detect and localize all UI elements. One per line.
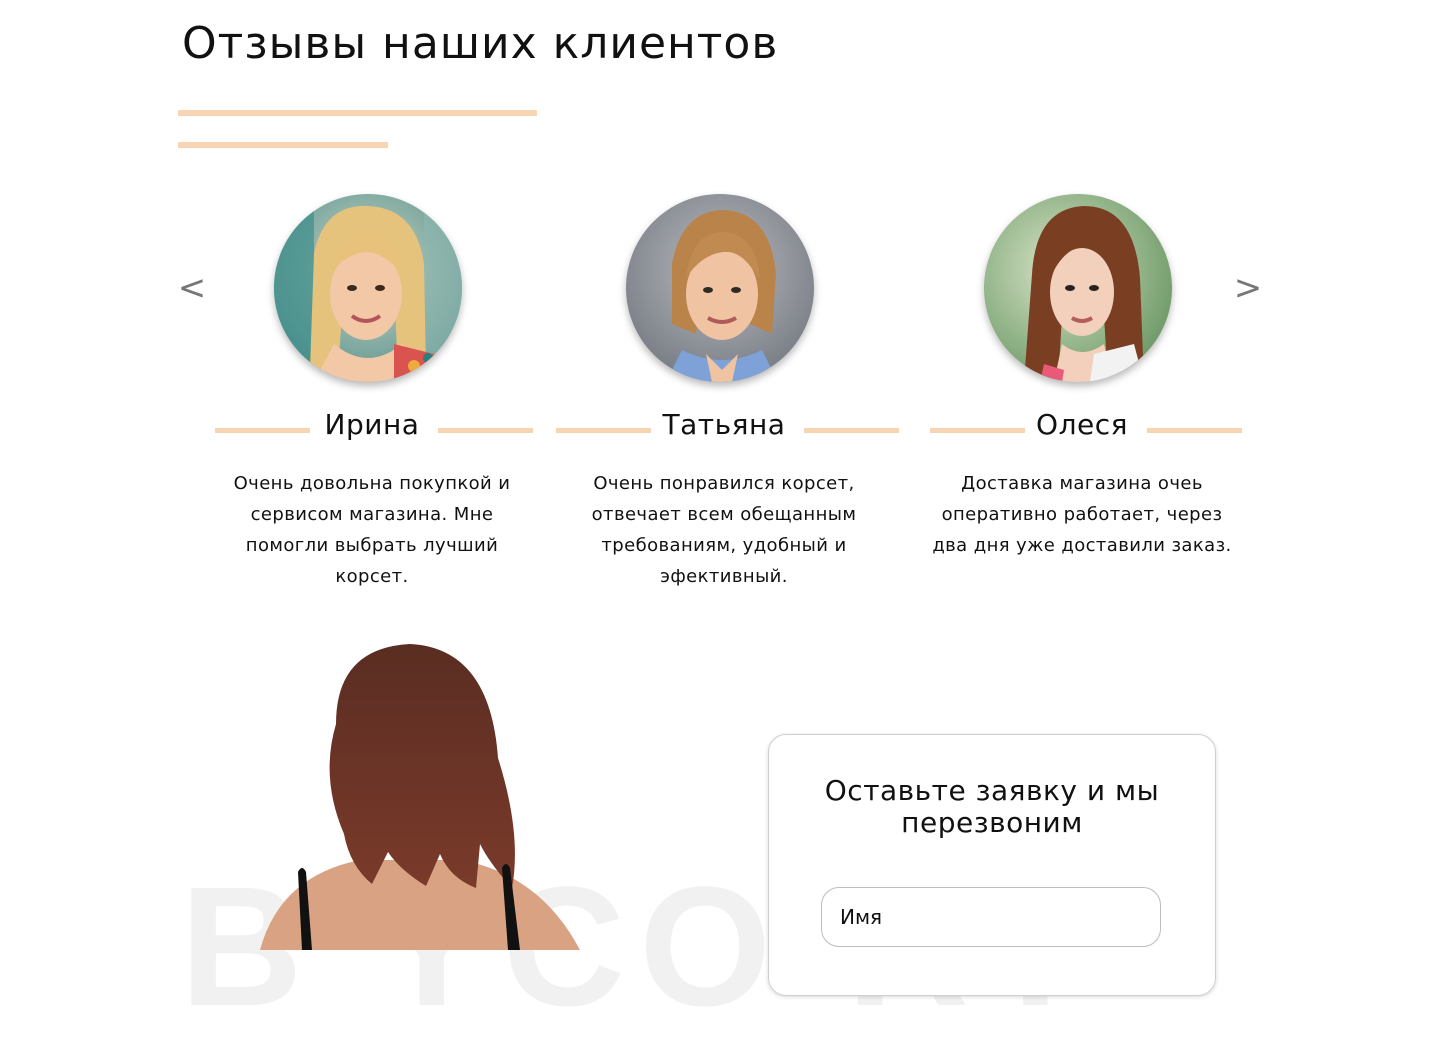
model-back-photo	[240, 638, 600, 950]
model-illustration	[260, 644, 580, 950]
title-underline-long	[178, 110, 537, 116]
review-text: Доставка магазина очеь оперативно работа…	[932, 473, 1232, 556]
review-text: Очень довольна покупкой и сервисом магаз…	[233, 473, 511, 587]
name-divider-right	[1147, 428, 1242, 433]
callback-form: Оставьте заявку и мы перезвоним	[768, 734, 1216, 996]
reviewer-avatar	[984, 194, 1172, 382]
reviewer-name: Татьяна	[662, 408, 786, 441]
reviewer-name: Ирина	[324, 408, 420, 441]
title-underline-short	[178, 142, 388, 148]
name-divider-right	[804, 428, 899, 433]
name-divider-right	[438, 428, 533, 433]
reviewer-name-row: Олеся	[902, 408, 1262, 452]
reviewer-photo	[626, 194, 814, 382]
reviewer-photo	[274, 194, 462, 382]
review-text: Очень понравился корсет, отвечает всем о…	[591, 473, 857, 587]
reviewer-avatar	[274, 194, 462, 382]
carousel-next-arrow-icon[interactable]: >	[1228, 265, 1268, 311]
reviewer-name: Олеся	[1036, 408, 1128, 441]
reviewer-name-row: Ирина	[192, 408, 552, 452]
reviewer-avatar	[626, 194, 814, 382]
form-title: Оставьте заявку и мы перезвоним	[824, 774, 1160, 839]
reviewer-photo	[984, 194, 1172, 382]
section-title: Отзывы наших клиентов	[182, 18, 779, 69]
carousel-prev-arrow-icon[interactable]: <	[172, 265, 212, 311]
name-input[interactable]	[821, 887, 1161, 947]
reviewer-name-row: Татьяна	[544, 408, 904, 452]
